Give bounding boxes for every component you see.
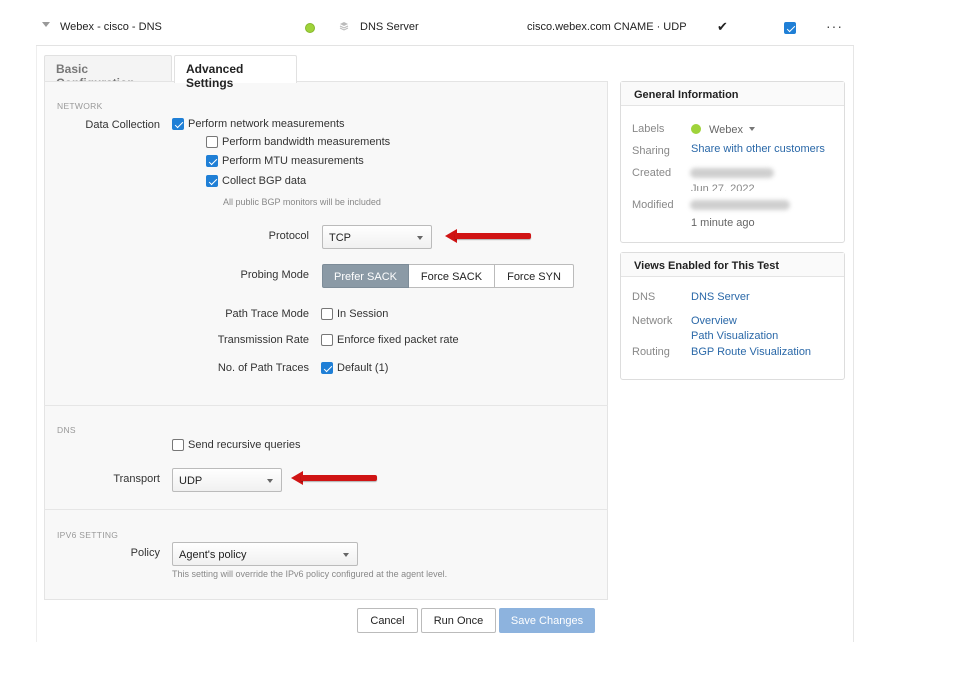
tab-basic-configuration[interactable]: Basic Configuration	[44, 55, 172, 90]
recursive-queries-option[interactable]: Send recursive queries	[172, 439, 301, 451]
general-information-title: General Information	[621, 82, 844, 106]
layers-icon	[339, 22, 349, 31]
collect-bgp-checkbox[interactable]	[206, 175, 218, 187]
enabled-checkbox[interactable]	[784, 22, 796, 34]
in-session-checkbox[interactable]	[321, 308, 333, 320]
network-measurements-option[interactable]: Perform network measurements	[172, 118, 345, 130]
chevron-down-icon	[267, 479, 273, 483]
arrow-shaft	[455, 233, 531, 239]
fixed-packet-rate-label: Enforce fixed packet rate	[337, 334, 459, 346]
mtu-measurements-option[interactable]: Perform MTU measurements	[206, 155, 364, 167]
run-once-button[interactable]: Run Once	[421, 608, 496, 633]
labels-key: Labels	[632, 123, 665, 135]
test-name: Webex - cisco - DNS	[60, 21, 162, 33]
network-section-title: NETWORK	[57, 101, 103, 111]
policy-value: Agent's policy	[179, 549, 247, 561]
dns-section-title: DNS	[57, 425, 76, 435]
collect-bgp-option[interactable]: Collect BGP data	[206, 175, 306, 187]
default-path-traces-checkbox[interactable]	[321, 362, 333, 374]
fixed-packet-rate-option[interactable]: Enforce fixed packet rate	[321, 334, 459, 346]
share-with-customers-link[interactable]: Share with other customers	[691, 143, 825, 155]
default-path-traces-option[interactable]: Default (1)	[321, 362, 388, 374]
views-enabled-title: Views Enabled for This Test	[621, 253, 844, 277]
annotation-arrow-transport	[291, 471, 377, 485]
checkmark-icon: ✔	[717, 19, 728, 34]
arrow-shaft	[301, 475, 377, 481]
created-date-partial: Jun 27, 2022	[691, 183, 755, 191]
dns-server-view-link[interactable]: DNS Server	[691, 291, 750, 303]
tab-advanced-settings[interactable]: Advanced Settings	[174, 55, 297, 90]
redacted-modifier	[690, 200, 790, 210]
routing-view-key: Routing	[632, 346, 670, 358]
bandwidth-measurements-option[interactable]: Perform bandwidth measurements	[206, 136, 390, 148]
modified-key: Modified	[632, 199, 674, 211]
ipv6-section-title: IPV6 SETTING	[57, 530, 119, 540]
data-collection-label: Data Collection	[85, 119, 160, 131]
mtu-measurements-label: Perform MTU measurements	[222, 155, 364, 167]
ipv6-policy-hint: This setting will override the IPv6 poli…	[172, 569, 448, 579]
labels-value[interactable]: Webex	[691, 124, 756, 136]
recursive-queries-label: Send recursive queries	[188, 439, 301, 451]
test-target: cisco.webex.com CNAME · UDP	[527, 21, 687, 33]
cancel-button[interactable]: Cancel	[357, 608, 418, 633]
save-changes-button[interactable]: Save Changes	[499, 608, 595, 633]
recursive-queries-checkbox[interactable]	[172, 439, 184, 451]
created-key: Created	[632, 167, 672, 179]
bgp-hint: All public BGP monitors will be included	[223, 197, 381, 207]
in-session-option[interactable]: In Session	[321, 308, 388, 320]
overview-view-link[interactable]: Overview	[691, 315, 737, 327]
probing-mode-prefer-sack[interactable]: Prefer SACK	[322, 264, 409, 288]
path-trace-mode-label: Path Trace Mode	[225, 308, 309, 320]
probing-mode-segmented-control: Prefer SACK Force SACK Force SYN	[322, 264, 574, 288]
section-divider	[44, 509, 608, 510]
test-type: DNS Server	[360, 21, 419, 33]
ipv6-policy-select[interactable]: Agent's policy	[172, 542, 358, 566]
default-path-traces-label: Default (1)	[337, 362, 389, 374]
network-measurements-label: Perform network measurements	[188, 118, 345, 130]
policy-label: Policy	[130, 547, 160, 559]
annotation-arrow-protocol	[445, 229, 531, 243]
transport-value: UDP	[179, 475, 203, 487]
label-color-dot-icon	[691, 124, 701, 134]
label-name: Webex	[709, 124, 744, 136]
protocol-select[interactable]: TCP	[322, 225, 432, 249]
status-dot-icon	[305, 23, 315, 33]
bandwidth-measurements-label: Perform bandwidth measurements	[222, 136, 391, 148]
test-row-header[interactable]: Webex - cisco - DNS DNS Server cisco.web…	[36, 8, 854, 46]
protocol-label: Protocol	[268, 230, 309, 242]
bandwidth-measurements-checkbox[interactable]	[206, 136, 218, 148]
chevron-down-icon	[417, 236, 423, 240]
collect-bgp-label: Collect BGP data	[222, 175, 307, 187]
transport-select[interactable]: UDP	[172, 468, 282, 492]
fixed-packet-rate-checkbox[interactable]	[321, 334, 333, 346]
protocol-value: TCP	[329, 232, 351, 244]
probing-mode-force-syn[interactable]: Force SYN	[495, 264, 574, 288]
more-options-icon[interactable]: ···	[826, 18, 843, 34]
transport-label: Transport	[113, 473, 160, 485]
sharing-key: Sharing	[632, 145, 670, 157]
transmission-rate-label: Transmission Rate	[217, 334, 309, 346]
collapse-caret-icon[interactable]	[42, 22, 50, 27]
network-measurements-checkbox[interactable]	[172, 118, 184, 130]
mtu-measurements-checkbox[interactable]	[206, 155, 218, 167]
dns-view-key: DNS	[632, 291, 656, 303]
network-view-key: Network	[632, 315, 673, 327]
probing-mode-label: Probing Mode	[240, 269, 310, 281]
in-session-label: In Session	[337, 308, 389, 320]
chevron-down-icon	[343, 553, 349, 557]
redacted-creator	[690, 168, 774, 178]
section-divider	[44, 405, 608, 406]
path-visualization-link[interactable]: Path Visualization	[691, 330, 778, 342]
bgp-route-visualization-link[interactable]: BGP Route Visualization	[691, 346, 811, 358]
path-traces-count-label: No. of Path Traces	[217, 362, 309, 374]
probing-mode-force-sack[interactable]: Force SACK	[409, 264, 495, 288]
modified-time: 1 minute ago	[691, 217, 755, 229]
chevron-down-icon	[749, 127, 756, 131]
